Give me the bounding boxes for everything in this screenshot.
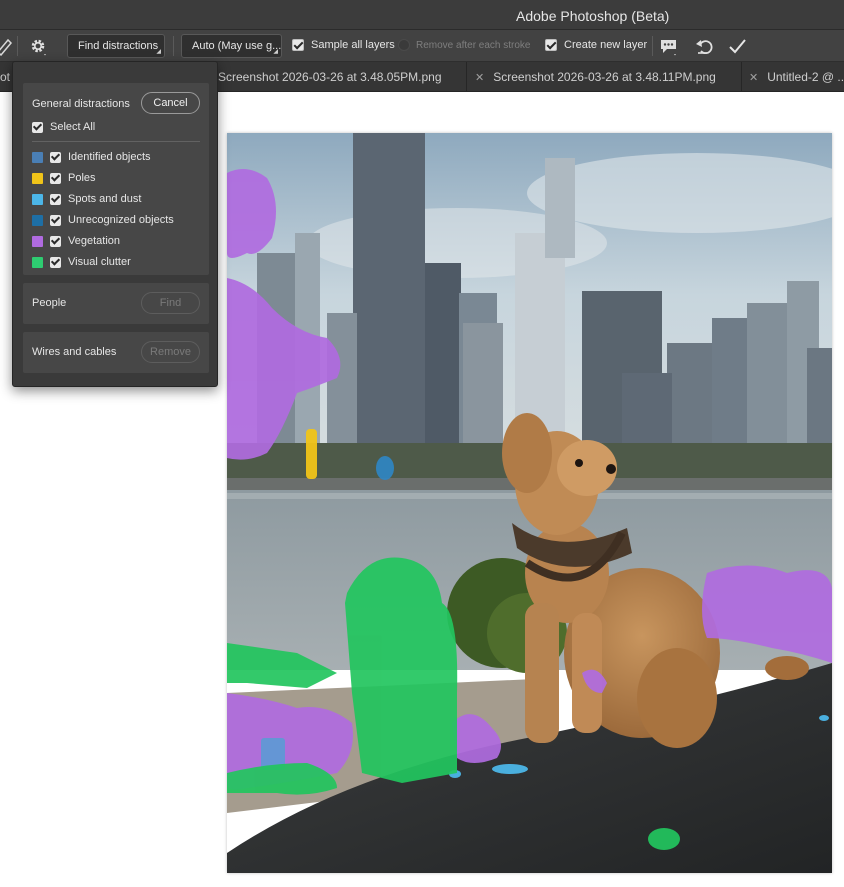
people-title: People [32,297,67,309]
chevron-down-icon: ◢ [273,49,278,55]
distraction-item-label: Vegetation [68,235,120,247]
mode-label: Auto (May use g... [192,40,282,52]
tab-screenshot-3-48-11[interactable]: ✕ Screenshot 2026-03-26 at 3.48.11PM.png [475,62,743,92]
remove-wires-button-label: Remove [150,346,191,358]
distraction-item-label: Poles [68,172,96,184]
tab-label: Untitled-2 @ ... [767,70,844,84]
distraction-item-visual-clutter[interactable]: Visual clutter [32,256,200,270]
wires-and-cables-title: Wires and cables [32,346,117,358]
document-photo[interactable] [227,133,844,873]
tab-label: Screenshot 2026-03-26 at 3.48.05PM.png [218,70,442,84]
color-swatch [32,257,43,268]
vegetation-checkbox[interactable] [50,236,61,247]
tab-untitled-2[interactable]: ✕ Untitled-2 @ ... [749,62,844,92]
tab-label: Screenshot 2026-03-26 at 3.48.11PM.png [493,70,716,84]
find-distractions-panel: General distractions Cancel Select All I… [12,61,218,387]
toolbar-separator [173,36,174,56]
tab-screenshot-2[interactable]: ot 2 [0,62,12,92]
distraction-item-spots-and-dust[interactable]: Spots and dust [32,193,200,207]
commit-check-icon[interactable] [728,37,748,57]
remove-after-stroke-label: Remove after each stroke [416,40,531,51]
section-divider [32,141,200,142]
close-icon[interactable]: ✕ [475,72,484,84]
remove-wires-button[interactable]: Remove [141,341,200,363]
feedback-icon[interactable] [659,37,679,57]
select-all-checkbox[interactable] [32,122,43,133]
title-bar: Adobe Photoshop (Beta) [0,0,844,30]
tab-separator [466,62,467,92]
poles-checkbox[interactable] [50,173,61,184]
photo-image [227,133,844,873]
people-section: People Find [23,283,209,324]
find-people-button[interactable]: Find [141,292,200,314]
tab-label: ot 2 [0,70,12,84]
color-swatch [32,215,43,226]
mode-dropdown[interactable]: Auto (May use g... ◢ [181,34,282,58]
find-distractions-dropdown[interactable]: Find distractions ◢ [67,34,165,58]
visual-clutter-checkbox[interactable] [50,257,61,268]
wires-and-cables-section: Wires and cables Remove [23,332,209,373]
distraction-item-label: Visual clutter [68,256,131,268]
brush-tool-icon[interactable] [0,36,14,57]
options-bar: Find distractions ◢ Auto (May use g... ◢… [0,30,844,62]
remove-after-stroke-checkbox[interactable] [398,39,410,51]
distraction-item-identified-objects[interactable]: Identified objects [32,151,200,165]
identified-objects-checkbox[interactable] [50,152,61,163]
tab-separator [741,62,742,92]
photoshop-window: Adobe Photoshop (Beta) Find distractions… [0,0,844,887]
distraction-item-vegetation[interactable]: Vegetation [32,235,200,249]
toolbar-separator [652,36,653,56]
chevron-down-icon: ◢ [156,49,161,55]
gear-icon[interactable] [29,37,49,57]
color-swatch [32,152,43,163]
unrecognized-objects-checkbox[interactable] [50,215,61,226]
color-swatch [32,173,43,184]
create-new-layer-label: Create new layer [564,39,648,51]
general-distractions-section: General distractions Cancel Select All I… [23,83,209,275]
distraction-item-label: Identified objects [68,151,151,163]
find-people-button-label: Find [159,297,182,309]
sample-all-layers-label: Sample all layers [311,39,395,51]
toolbar-separator [17,36,18,56]
undo-icon[interactable] [695,37,715,57]
distraction-item-poles[interactable]: Poles [32,172,200,186]
cancel-button[interactable]: Cancel [141,92,200,114]
create-new-layer-checkbox[interactable] [545,39,557,51]
close-icon[interactable]: ✕ [749,72,758,84]
color-swatch [32,236,43,247]
select-all-row[interactable]: Select All [32,121,200,135]
general-distractions-title: General distractions [32,98,130,110]
select-all-label: Select All [50,121,96,133]
distraction-item-label: Unrecognized objects [68,214,174,226]
window-title: Adobe Photoshop (Beta) [516,8,670,24]
tab-screenshot-3-48-05[interactable]: Screenshot 2026-03-26 at 3.48.05PM.png [218,62,468,92]
distraction-item-unrecognized-objects[interactable]: Unrecognized objects [32,214,200,228]
sample-all-layers-checkbox[interactable] [292,39,304,51]
color-swatch [32,194,43,205]
find-distractions-label: Find distractions [78,40,159,52]
spots-and-dust-checkbox[interactable] [50,194,61,205]
cancel-button-label: Cancel [153,97,188,109]
distraction-item-label: Spots and dust [68,193,142,205]
